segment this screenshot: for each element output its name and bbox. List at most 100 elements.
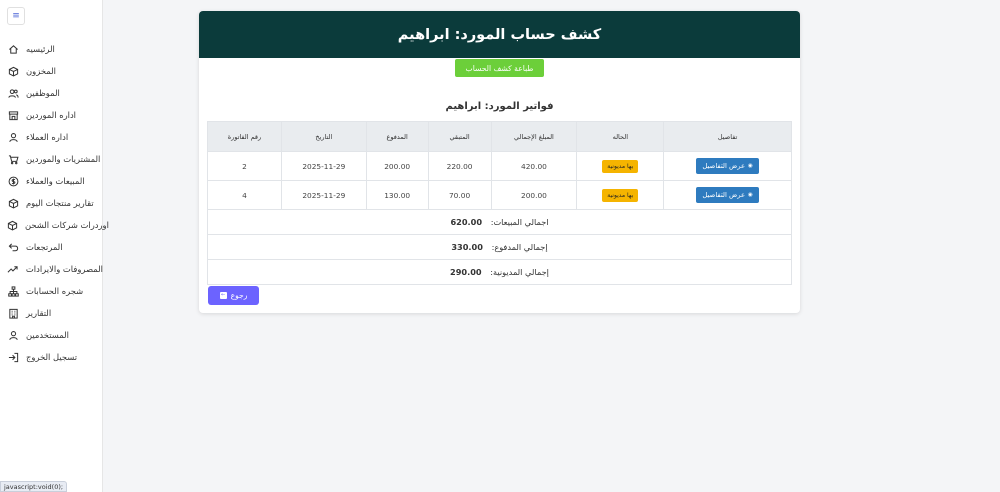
invoice-number-cell: 4 <box>207 180 282 210</box>
header-status: الحاله <box>576 121 665 152</box>
paid-cell: 200.00 <box>365 151 429 181</box>
date-cell: 2025-11-29 <box>280 180 367 210</box>
box-icon <box>7 197 19 209</box>
total-cell: 200.00 <box>490 180 578 210</box>
sidebar-item-label: شجره الحسابات <box>26 286 84 296</box>
sidebar-item-purchases[interactable]: المشتريات والموردين <box>0 148 103 170</box>
total-debt-value: 290.00 <box>450 267 482 277</box>
total-cell: 420.00 <box>490 151 578 181</box>
total-debt-row: إجمالي المديونية: 290.00 <box>207 259 792 285</box>
sidebar-item-home[interactable]: الرئيسيه <box>0 38 103 60</box>
total-debt-label: إجمالي المديونية: <box>490 267 549 277</box>
total-debt-cell: إجمالي المديونية: 290.00 <box>207 259 792 285</box>
sidebar: ≡ الرئيسيه المخزون الموظفين اداره المورد… <box>0 0 109 492</box>
tree-icon <box>7 285 19 297</box>
total-sales-value: 620.00 <box>450 217 483 227</box>
user-icon <box>7 329 19 341</box>
arrow-left-icon: ← <box>219 292 227 299</box>
sidebar-item-shipping-orders[interactable]: اوردرات شركات الشحن <box>0 214 109 236</box>
sidebar-item-customers[interactable]: اداره العملاء <box>0 126 103 148</box>
sidebar-item-label: المرتجعات <box>26 242 63 252</box>
sidebar-item-logout[interactable]: تسجيل الخروج <box>0 346 103 368</box>
user-icon <box>7 131 19 143</box>
sidebar-item-label: تسجيل الخروج <box>26 352 78 362</box>
total-sales-cell: اجمالي المبيعات: 620.00 <box>207 209 792 235</box>
total-paid-label: إجمالي المدفوع: <box>491 242 548 252</box>
sidebar-item-employees[interactable]: الموظفين <box>0 82 103 104</box>
status-cell: بها مديونية <box>576 180 665 210</box>
table-header-row: تفاصيل الحاله المبلغ الإجمالي المتبقي ال… <box>207 121 792 152</box>
view-details-label: عرض التفاصيل <box>702 191 746 199</box>
sidebar-item-label: اداره الموردين <box>26 110 77 120</box>
header-paid: المدفوع <box>365 121 429 152</box>
status-badge: بها مديونية <box>602 188 639 202</box>
sidebar-item-suppliers[interactable]: اداره الموردين <box>0 104 103 126</box>
sidebar-item-label: المصروفات والايرادات <box>25 264 103 274</box>
sidebar-item-label: الموظفين <box>26 88 60 98</box>
sidebar-item-inventory[interactable]: المخزون <box>0 60 103 82</box>
back-label: رجوع <box>230 291 248 300</box>
total-paid-row: إجمالي المدفوع: 330.00 <box>207 234 792 260</box>
remaining-cell: 220.00 <box>427 151 492 181</box>
building-icon <box>7 307 19 319</box>
invoices-subtitle: فواتير المورد: ابراهيم <box>445 101 554 112</box>
print-statement-button[interactable]: طباعة كشف الحساب <box>455 59 544 77</box>
table-row: ◉ عرض التفاصيل بها مديونية 420.00 220.00… <box>207 151 792 181</box>
header-total: المبلغ الإجمالي <box>490 121 578 152</box>
sidebar-item-label: الرئيسيه <box>26 44 55 54</box>
supplier-statement-card: كشف حساب المورد: ابراهيم طباعة كشف الحسا… <box>199 11 800 313</box>
page-title: كشف حساب المورد: ابراهيم <box>397 26 602 43</box>
header-remaining: المتبقي <box>427 121 492 152</box>
total-sales-label: اجمالي المبيعات: <box>490 217 549 227</box>
total-sales-row: اجمالي المبيعات: 620.00 <box>207 209 792 235</box>
eye-icon: ◉ <box>748 192 753 198</box>
box-icon <box>7 219 18 231</box>
sidebar-item-accounts-tree[interactable]: شجره الحسابات <box>0 280 103 302</box>
sidebar-item-expenses[interactable]: المصروفات والايرادات <box>0 258 103 280</box>
return-icon <box>7 241 19 253</box>
logout-icon <box>7 351 19 363</box>
details-cell: ◉ عرض التفاصيل <box>663 151 792 181</box>
details-cell: ◉ عرض التفاصيل <box>663 180 792 210</box>
hamburger-icon: ≡ <box>12 10 20 21</box>
view-details-button[interactable]: ◉ عرض التفاصيل <box>696 187 759 203</box>
menu-toggle-button[interactable]: ≡ <box>7 7 25 25</box>
table-row: ◉ عرض التفاصيل بها مديونية 200.00 70.00 … <box>207 180 792 210</box>
status-bar-url: javascript:void(0); <box>0 481 68 492</box>
back-button[interactable]: رجوع ← <box>208 286 259 305</box>
sidebar-item-label: المستخدمين <box>26 330 69 340</box>
invoices-table: تفاصيل الحاله المبلغ الإجمالي المتبقي ال… <box>207 121 792 285</box>
invoice-number-cell: 2 <box>207 151 282 181</box>
sidebar-item-label: المخزون <box>26 66 56 76</box>
box-icon <box>7 65 19 77</box>
date-cell: 2025-11-29 <box>280 151 367 181</box>
sidebar-item-label: تقارير منتجات اليوم <box>26 198 94 208</box>
view-details-label: عرض التفاصيل <box>702 162 746 170</box>
cart-icon <box>7 153 19 165</box>
store-icon <box>7 109 19 121</box>
sidebar-nav: الرئيسيه المخزون الموظفين اداره الموردين… <box>0 38 109 368</box>
status-badge: بها مديونية <box>602 159 639 173</box>
dollar-icon <box>7 175 19 187</box>
sidebar-item-label: التقارير <box>26 308 52 318</box>
home-icon <box>7 43 19 55</box>
status-cell: بها مديونية <box>576 151 665 181</box>
paid-cell: 130.00 <box>365 180 429 210</box>
sidebar-item-sales[interactable]: المبيعات والعملاء <box>0 170 103 192</box>
total-paid-cell: إجمالي المدفوع: 330.00 <box>207 234 792 260</box>
sidebar-item-label: المبيعات والعملاء <box>26 176 85 186</box>
users-icon <box>7 87 19 99</box>
header-date: التاريخ <box>280 121 367 152</box>
trend-icon <box>7 263 19 275</box>
sidebar-item-reports[interactable]: التقارير <box>0 302 103 324</box>
sidebar-item-returns[interactable]: المرتجعات <box>0 236 103 258</box>
remaining-cell: 70.00 <box>427 180 492 210</box>
card-header: كشف حساب المورد: ابراهيم <box>199 11 800 58</box>
sidebar-item-users[interactable]: المستخدمين <box>0 324 103 346</box>
header-invoice-number: رقم الفاتورة <box>207 121 282 152</box>
eye-icon: ◉ <box>748 163 753 169</box>
sidebar-item-daily-reports[interactable]: تقارير منتجات اليوم <box>0 192 103 214</box>
total-paid-value: 330.00 <box>451 242 483 252</box>
view-details-button[interactable]: ◉ عرض التفاصيل <box>696 158 759 174</box>
header-details: تفاصيل <box>663 121 792 152</box>
